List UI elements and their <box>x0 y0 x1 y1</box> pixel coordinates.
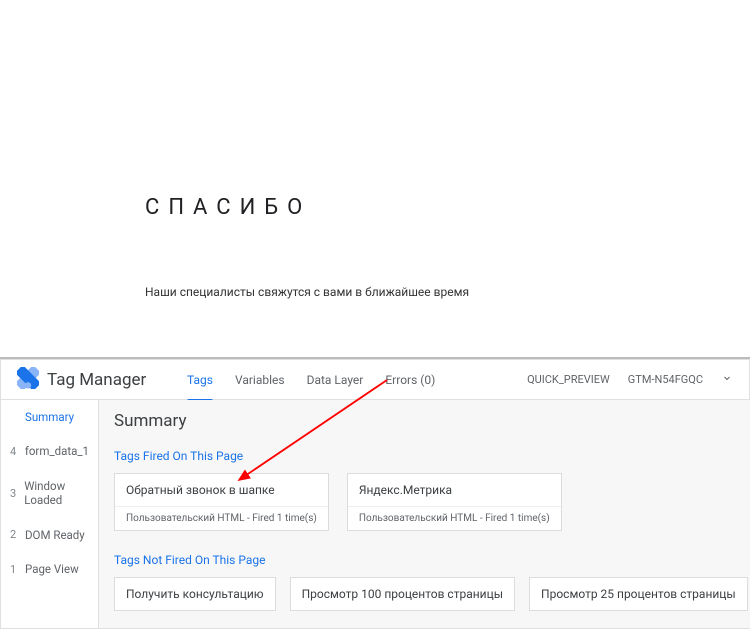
tag-card-sub: Пользовательский HTML - Fired 1 time(s) <box>348 506 561 530</box>
env-label: QUICK_PREVIEW <box>527 373 610 386</box>
sidebar-item-event[interactable]: 2 DOM Ready <box>1 518 98 552</box>
gtm-tabs: Tags Variables Data Layer Errors (0) <box>187 360 435 400</box>
page-content-area: СПАСИБО Наши специалисты свяжутся с вами… <box>0 0 750 357</box>
tag-card-title: Просмотр 25 процентов страницы <box>530 578 747 610</box>
main-title: Summary <box>114 411 748 431</box>
chevron-down-icon[interactable] <box>721 372 733 387</box>
gtm-preview-panel: Tag Manager Tags Variables Data Layer Er… <box>0 359 750 629</box>
tag-card-title: Яндекс.Метрика <box>348 474 561 506</box>
sidebar-item-label: Page View <box>25 562 79 576</box>
sidebar-num: 4 <box>10 445 17 458</box>
tag-card[interactable]: Яндекс.Метрика Пользовательский HTML - F… <box>347 473 562 531</box>
tab-data-layer[interactable]: Data Layer <box>307 360 364 400</box>
sidebar-item-event[interactable]: 4 form_data_1 <box>1 434 98 468</box>
sidebar-item-label: Window Loaded <box>24 479 89 508</box>
sidebar-num: 3 <box>10 487 16 500</box>
gtm-sidebar: Summary 4 form_data_1 3 Window Loaded 2 … <box>1 400 99 628</box>
sidebar-item-summary[interactable]: Summary <box>1 400 98 434</box>
thankyou-subtext: Наши специалисты свяжутся с вами в ближа… <box>145 285 750 299</box>
container-id: GTM-N54FGQC <box>628 373 703 386</box>
tag-card[interactable]: Получить консультацию <box>114 577 276 611</box>
gtm-header-right: QUICK_PREVIEW GTM-N54FGQC <box>527 372 733 387</box>
sidebar-item-label: Summary <box>25 410 74 424</box>
sidebar-item-label: form_data_1 <box>25 444 89 458</box>
tag-card-title: Обратный звонок в шапке <box>115 474 328 506</box>
tag-card-title: Получить консультацию <box>115 578 275 610</box>
tag-card[interactable]: Просмотр 25 процентов страницы <box>529 577 748 611</box>
tab-errors[interactable]: Errors (0) <box>385 360 435 400</box>
gtm-header: Tag Manager Tags Variables Data Layer Er… <box>1 360 749 400</box>
sidebar-num: 2 <box>10 528 17 541</box>
sidebar-item-event[interactable]: 1 Page View <box>1 552 98 586</box>
tag-manager-icon <box>17 367 39 393</box>
thankyou-heading: СПАСИБО <box>145 195 750 220</box>
tab-variables[interactable]: Variables <box>235 360 285 400</box>
sidebar-num: 1 <box>10 563 17 576</box>
tab-tags[interactable]: Tags <box>187 360 213 400</box>
tag-card-sub: Пользовательский HTML - Fired 1 time(s) <box>115 506 328 530</box>
sidebar-item-event[interactable]: 3 Window Loaded <box>1 469 98 518</box>
gtm-body: Summary 4 form_data_1 3 Window Loaded 2 … <box>1 400 749 628</box>
gtm-main: Summary Tags Fired On This Page Обратный… <box>99 400 750 628</box>
tag-card[interactable]: Обратный звонок в шапке Пользовательский… <box>114 473 329 531</box>
not-fired-tags-list: Получить консультацию Просмотр 100 проце… <box>114 577 748 611</box>
tag-card-title: Просмотр 100 процентов страницы <box>291 578 514 610</box>
fired-section-title: Tags Fired On This Page <box>114 449 748 463</box>
tag-card[interactable]: Просмотр 100 процентов страницы <box>290 577 515 611</box>
sidebar-item-label: DOM Ready <box>25 528 85 542</box>
not-fired-section-title: Tags Not Fired On This Page <box>114 553 748 567</box>
gtm-title: Tag Manager <box>47 370 167 390</box>
fired-tags-list: Обратный звонок в шапке Пользовательский… <box>114 473 748 531</box>
